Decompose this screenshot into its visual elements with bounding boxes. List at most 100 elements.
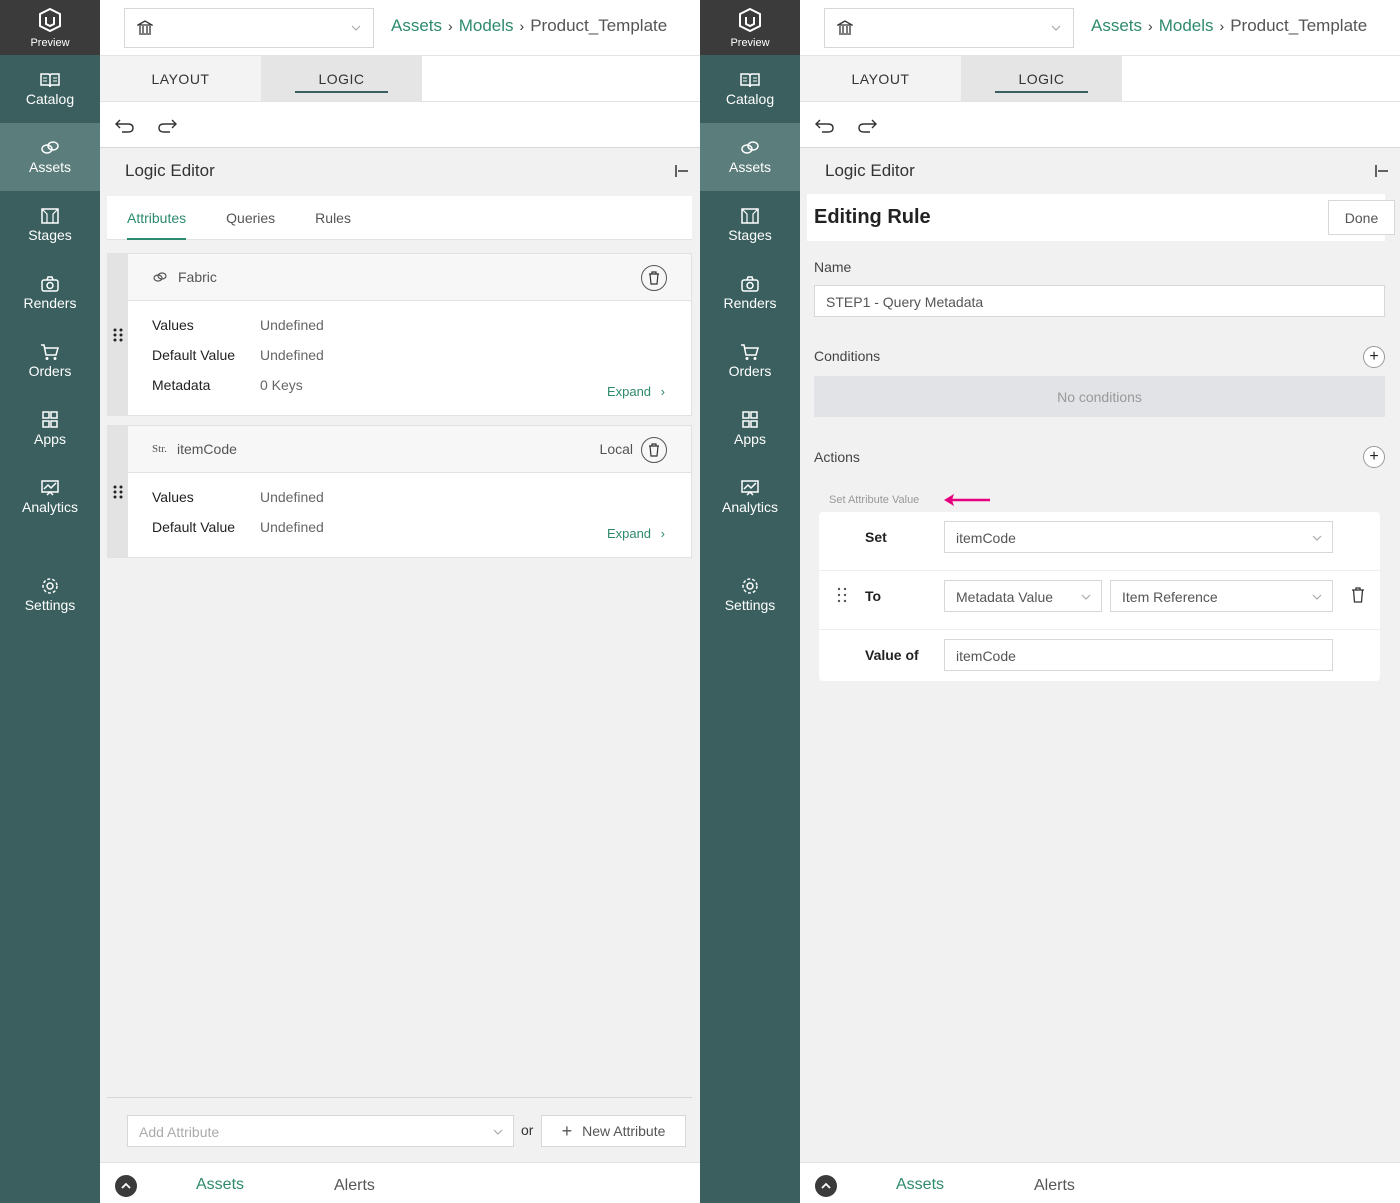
attribute-card-itemcode[interactable]: Str. itemCode Local Values Undefined Defa…: [107, 425, 692, 558]
row-value: Undefined: [260, 347, 324, 363]
stage-icon: [741, 208, 759, 224]
tab-layout[interactable]: LAYOUT: [100, 56, 261, 101]
row-value: Undefined: [260, 489, 324, 505]
sidebar: Preview Catalog Assets Stages Renders Or…: [0, 0, 100, 1203]
subtab-attributes[interactable]: Attributes: [127, 196, 187, 240]
subtab-queries[interactable]: Queries: [226, 196, 275, 239]
sidebar-item-label: Assets: [28, 159, 71, 175]
footer-tab-alerts[interactable]: Alerts: [1034, 1177, 1075, 1195]
delete-attribute-button[interactable]: [641, 437, 667, 463]
expand-footer-button[interactable]: [815, 1175, 837, 1197]
set-attribute-select[interactable]: itemCode: [944, 521, 1333, 553]
sidebar-item-settings[interactable]: Settings: [0, 561, 100, 629]
sidebar-item-label: Renders: [23, 295, 77, 311]
chevron-down-icon: [493, 1129, 503, 1135]
sidebar-item-label: Analytics: [21, 499, 79, 515]
expand-footer-button[interactable]: [115, 1175, 137, 1197]
action-row-set: Set itemCode: [819, 512, 1380, 571]
trash-icon: [649, 271, 659, 285]
rule-header: Editing Rule Done: [807, 194, 1395, 241]
breadcrumb-models[interactable]: Models: [1159, 16, 1214, 35]
footer-tab-assets[interactable]: Assets: [896, 1176, 944, 1194]
undo-icon[interactable]: [814, 116, 836, 134]
sidebar-item-assets[interactable]: Assets: [700, 123, 800, 191]
cart-icon: [741, 344, 759, 360]
sidebar-item-stages[interactable]: Stages: [0, 191, 100, 259]
redo-icon[interactable]: [156, 116, 178, 134]
drag-handle[interactable]: [108, 254, 128, 415]
footer-tab-assets[interactable]: Assets: [196, 1176, 244, 1194]
drag-handle[interactable]: [108, 426, 128, 557]
drag-handle-icon: [113, 328, 123, 342]
breadcrumb-current: Product_Template: [530, 16, 668, 35]
preview-button[interactable]: Preview: [700, 0, 800, 55]
sidebar-item-assets[interactable]: Assets: [0, 123, 100, 191]
attribute-body: Values Undefined Default Value Undefined M…: [128, 301, 691, 407]
grid-icon: [42, 411, 58, 428]
delete-attribute-button[interactable]: [641, 265, 667, 291]
plus-icon: +: [1369, 348, 1379, 365]
redo-icon[interactable]: [856, 116, 878, 134]
undo-icon[interactable]: [114, 116, 136, 134]
expand-link[interactable]: Expand ›: [607, 384, 665, 399]
sidebar-item-settings[interactable]: Settings: [700, 561, 800, 629]
tab-logic[interactable]: LOGIC: [961, 56, 1122, 101]
to-reference-select[interactable]: Item Reference: [1110, 580, 1333, 612]
breadcrumb-models[interactable]: Models: [459, 16, 514, 35]
value-of-input[interactable]: itemCode: [944, 639, 1333, 671]
preview-button[interactable]: Preview: [0, 0, 100, 55]
sidebar-item-renders[interactable]: Renders: [700, 259, 800, 327]
row-key: Metadata: [152, 377, 211, 393]
sidebar-item-apps[interactable]: Apps: [0, 395, 100, 463]
sidebar-item-label: Stages: [28, 227, 72, 243]
stage-icon: [41, 208, 59, 224]
sidebar-item-label: Settings: [24, 597, 76, 613]
gear-icon: [42, 578, 58, 594]
add-condition-button[interactable]: +: [1363, 346, 1385, 368]
sidebar-item-analytics[interactable]: Analytics: [0, 463, 100, 531]
row-key: Values: [152, 317, 194, 333]
add-attribute-select[interactable]: Add Attribute: [127, 1115, 514, 1147]
done-button[interactable]: Done: [1328, 200, 1395, 235]
expand-label: Expand: [606, 526, 652, 541]
add-action-button[interactable]: +: [1363, 446, 1385, 468]
org-select[interactable]: [124, 8, 374, 48]
attribute-header: Fabric: [128, 254, 691, 301]
rule-name-input[interactable]: STEP1 - Query Metadata: [814, 285, 1385, 317]
drag-handle-icon[interactable]: [836, 587, 848, 603]
string-type-icon: Str.: [152, 443, 167, 455]
attribute-body: Values Undefined Default Value Undefined E…: [128, 473, 691, 549]
sidebar-item-label: Orders: [728, 363, 772, 379]
trash-icon[interactable]: [1351, 586, 1365, 604]
sidebar-item-stages[interactable]: Stages: [700, 191, 800, 259]
to-label: To: [865, 588, 882, 604]
set-attribute-value: itemCode: [956, 530, 1016, 546]
sidebar-item-renders[interactable]: Renders: [0, 259, 100, 327]
sidebar-item-analytics[interactable]: Analytics: [700, 463, 800, 531]
tab-layout[interactable]: LAYOUT: [800, 56, 961, 101]
sidebar-item-catalog[interactable]: Catalog: [0, 55, 100, 123]
tab-logic[interactable]: LOGIC: [261, 56, 422, 101]
right-pane: Preview Catalog Assets Stages Renders Or…: [700, 0, 1400, 1203]
breadcrumb-assets[interactable]: Assets: [1091, 16, 1142, 35]
sidebar-item-catalog[interactable]: Catalog: [700, 55, 800, 123]
new-attribute-button[interactable]: + New Attribute: [541, 1115, 686, 1147]
sidebar-item-apps[interactable]: Apps: [700, 395, 800, 463]
attribute-card-fabric[interactable]: Fabric Values Undefined Default Value Unde…: [107, 253, 692, 416]
attribute-header: Str. itemCode Local: [128, 426, 691, 473]
org-select[interactable]: [824, 8, 1074, 48]
subtab-rules[interactable]: Rules: [315, 196, 351, 239]
sidebar-item-orders[interactable]: Orders: [700, 327, 800, 395]
collapse-panel-icon[interactable]: [674, 163, 690, 179]
sidebar-item-label: Renders: [723, 295, 777, 311]
mode-tabs: LAYOUT LOGIC: [100, 56, 700, 102]
to-source-select[interactable]: Metadata Value: [944, 580, 1102, 612]
sidebar-item-orders[interactable]: Orders: [0, 327, 100, 395]
expand-link[interactable]: Expand ›: [607, 526, 665, 541]
gear-icon: [742, 578, 758, 594]
collapse-panel-icon[interactable]: [1374, 163, 1390, 179]
footer-tab-alerts[interactable]: Alerts: [334, 1177, 375, 1195]
conditions-label: Conditions: [814, 348, 881, 364]
main-area: Assets › Models › Product_Template LAYOUT LO…: [100, 0, 700, 1203]
breadcrumb-assets[interactable]: Assets: [391, 16, 442, 35]
